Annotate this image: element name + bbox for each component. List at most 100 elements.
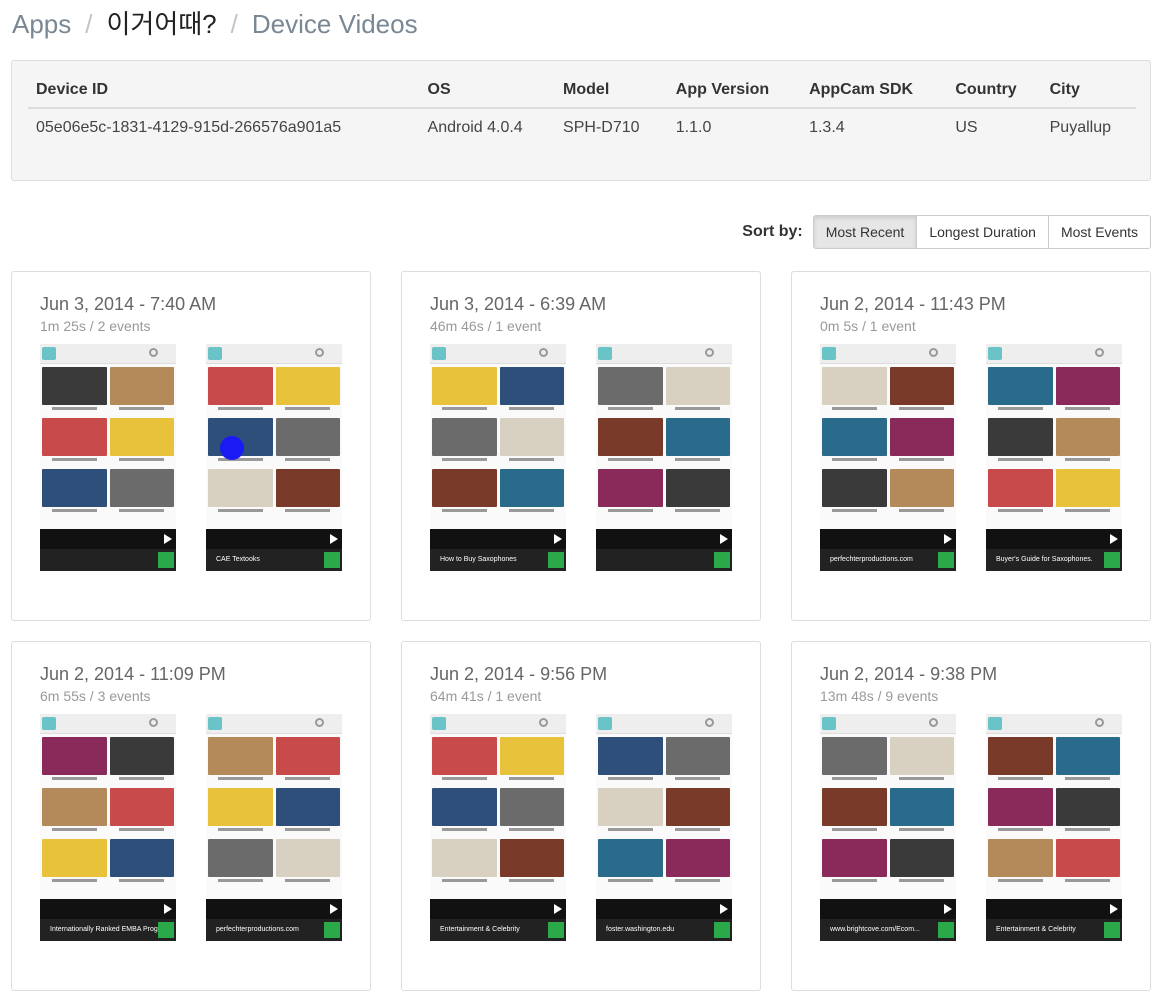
player-bar xyxy=(820,529,956,549)
device-id-value: 05e06e5c-1831-4129-915d-266576a901a5 xyxy=(36,119,342,136)
album-tile xyxy=(432,469,497,517)
album-tile xyxy=(109,737,174,785)
session-card[interactable]: Jun 2, 2014 - 11:43 PM 0m 5s / 1 event per… xyxy=(791,271,1151,621)
app-header-bar xyxy=(596,344,732,364)
session-card[interactable]: Jun 2, 2014 - 11:09 PM 6m 55s / 3 events I… xyxy=(11,641,371,991)
play-icon xyxy=(164,904,172,914)
arrow-right-icon xyxy=(548,922,564,938)
header-appcam-sdk: AppCam SDK xyxy=(801,77,948,109)
album-tile xyxy=(499,737,564,785)
header-device-id: Device ID xyxy=(28,77,420,109)
album-tile xyxy=(109,367,174,415)
player-bar xyxy=(596,529,732,549)
ad-text: www.brightcove.com/Ecom... xyxy=(830,926,920,933)
video-thumbnail[interactable]: Internationally Ranked EMBA Program xyxy=(40,714,176,941)
search-icon xyxy=(539,348,548,357)
album-tile xyxy=(432,839,497,887)
ad-text: How to Buy Saxophones xyxy=(440,556,517,563)
video-thumbnail[interactable]: foster.washington.edu xyxy=(596,714,732,941)
album-tile xyxy=(499,469,564,517)
breadcrumb-current: Device Videos xyxy=(251,9,418,39)
app-logo-icon xyxy=(208,347,222,360)
album-tile xyxy=(109,788,174,836)
breadcrumb-app-link[interactable]: 이거어때? xyxy=(107,9,217,39)
album-tile xyxy=(208,367,273,415)
album-tile xyxy=(665,737,730,785)
ad-banner: Entertainment & Celebrity xyxy=(986,919,1122,941)
device-info-table: Device ID OS Model App Version AppCam SD… xyxy=(28,77,1136,147)
player-bar xyxy=(820,899,956,919)
album-tile xyxy=(42,788,107,836)
session-datetime: Jun 2, 2014 - 11:43 PM xyxy=(820,294,1006,314)
video-thumbnail[interactable] xyxy=(596,344,732,571)
arrow-right-icon xyxy=(1104,922,1120,938)
sort-most-recent-button[interactable]: Most Recent xyxy=(813,216,917,248)
album-tile xyxy=(42,737,107,785)
album-tile xyxy=(988,418,1053,466)
album-grid xyxy=(430,364,566,520)
session-datetime: Jun 2, 2014 - 9:38 PM xyxy=(820,664,998,684)
album-grid xyxy=(596,364,732,520)
sdk-value: 1.3.4 xyxy=(809,119,845,136)
session-card[interactable]: Jun 3, 2014 - 6:39 AM 46m 46s / 1 event Ho… xyxy=(401,271,761,621)
session-card[interactable]: Jun 3, 2014 - 7:40 AM 1m 25s / 2 events CA… xyxy=(11,271,371,621)
album-tile xyxy=(988,788,1053,836)
ad-text: Entertainment & Celebrity xyxy=(440,926,520,933)
app-header-bar xyxy=(40,714,176,734)
search-icon xyxy=(705,348,714,357)
video-thumbnail[interactable]: CAE Textooks xyxy=(206,344,342,571)
sort-longest-duration-button[interactable]: Longest Duration xyxy=(916,216,1048,248)
ad-text: perfechterproductions.com xyxy=(216,926,299,933)
app-logo-icon xyxy=(598,347,612,360)
album-tile xyxy=(889,469,954,517)
arrow-right-icon xyxy=(714,552,730,568)
breadcrumb-apps-link[interactable]: Apps xyxy=(12,9,71,39)
player-bar xyxy=(40,899,176,919)
search-icon xyxy=(315,718,324,727)
video-thumbnail[interactable]: perfechterproductions.com xyxy=(820,344,956,571)
album-tile xyxy=(208,839,273,887)
os-value: Android 4.0.4 xyxy=(427,119,523,136)
album-tile xyxy=(665,418,730,466)
ad-text: Entertainment & Celebrity xyxy=(996,926,1076,933)
album-tile xyxy=(499,788,564,836)
video-thumbnail[interactable]: www.brightcove.com/Ecom... xyxy=(820,714,956,941)
ad-text: Internationally Ranked EMBA Program xyxy=(50,926,170,933)
video-thumbnail[interactable]: Entertainment & Celebrity xyxy=(986,714,1122,941)
video-thumbnail[interactable]: Entertainment & Celebrity xyxy=(430,714,566,941)
ad-text: perfechterproductions.com xyxy=(830,556,913,563)
album-tile xyxy=(432,418,497,466)
search-icon xyxy=(705,718,714,727)
app-header-bar xyxy=(40,344,176,364)
arrow-right-icon xyxy=(324,922,340,938)
app-header-bar xyxy=(206,344,342,364)
play-icon xyxy=(164,534,172,544)
video-thumbnail[interactable]: How to Buy Saxophones xyxy=(430,344,566,571)
breadcrumb: Apps / 이거어때? / Device Videos xyxy=(12,4,418,41)
session-card[interactable]: Jun 2, 2014 - 9:38 PM 13m 48s / 9 events w… xyxy=(791,641,1151,991)
album-grid xyxy=(820,364,956,520)
ad-banner: CAE Textooks xyxy=(206,549,342,571)
breadcrumb-separator: / xyxy=(230,9,238,39)
session-card[interactable]: Jun 2, 2014 - 9:56 PM 64m 41s / 1 event En… xyxy=(401,641,761,991)
ad-banner: foster.washington.edu xyxy=(596,919,732,941)
sort-button-group: Most Recent Longest Duration Most Events xyxy=(812,215,1151,249)
search-icon xyxy=(149,348,158,357)
album-tile xyxy=(208,737,273,785)
player-bar xyxy=(986,529,1122,549)
player-bar xyxy=(986,899,1122,919)
city-value: Puyallup xyxy=(1049,119,1111,136)
sort-most-events-button[interactable]: Most Events xyxy=(1047,216,1150,248)
app-header-bar xyxy=(596,714,732,734)
album-tile xyxy=(1055,367,1120,415)
video-thumbnail[interactable] xyxy=(40,344,176,571)
album-tile xyxy=(889,367,954,415)
header-app-version: App Version xyxy=(667,77,802,109)
album-grid xyxy=(430,734,566,890)
album-tile xyxy=(275,469,340,517)
video-thumbnail[interactable]: Buyer's Guide for Saxophones. xyxy=(986,344,1122,571)
arrow-right-icon xyxy=(938,552,954,568)
album-tile xyxy=(432,367,497,415)
app-header-bar xyxy=(206,714,342,734)
video-thumbnail[interactable]: perfechterproductions.com xyxy=(206,714,342,941)
